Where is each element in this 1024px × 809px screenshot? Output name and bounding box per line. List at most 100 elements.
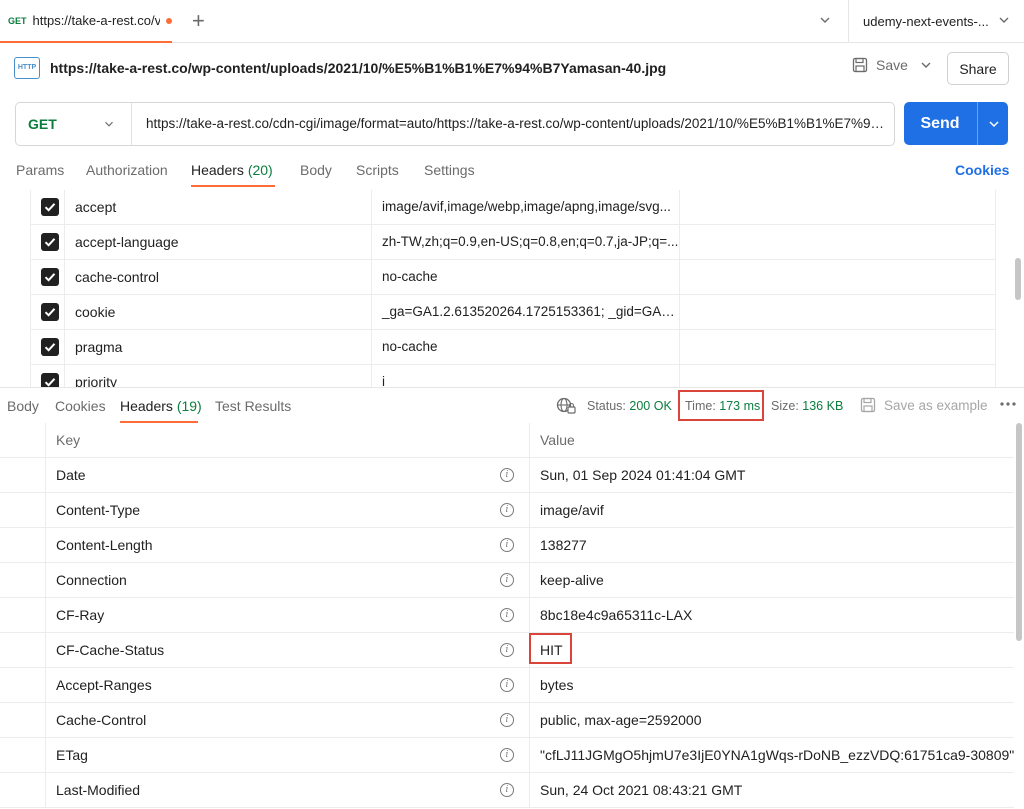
response-tab-cookies[interactable]: Cookies bbox=[55, 398, 106, 414]
row-gutter bbox=[0, 773, 46, 808]
response-tab-test-results[interactable]: Test Results bbox=[215, 398, 291, 414]
response-tab-headers-label: Headers bbox=[120, 398, 173, 414]
response-header-key: CF-Cache-Status bbox=[56, 642, 165, 658]
more-options-icon[interactable] bbox=[999, 399, 1017, 409]
size-info[interactable]: Size: 136 KB bbox=[771, 399, 843, 413]
info-icon[interactable]: i bbox=[500, 748, 514, 762]
header-checkbox[interactable] bbox=[41, 373, 59, 387]
save-as-example-button[interactable]: Save as example bbox=[860, 397, 988, 413]
unsaved-dot-icon bbox=[166, 17, 172, 24]
tab-authorization[interactable]: Authorization bbox=[86, 162, 168, 178]
request-scrollbar[interactable] bbox=[1015, 258, 1021, 300]
row-gutter bbox=[0, 563, 46, 598]
header-key[interactable]: cookie bbox=[64, 295, 371, 330]
status-info[interactable]: Status: 200 OK bbox=[587, 399, 672, 413]
header-checkbox[interactable] bbox=[41, 338, 59, 356]
request-tab[interactable]: GET https://take-a-rest.co/v bbox=[0, 0, 172, 43]
column-header-value: Value bbox=[529, 423, 1014, 458]
table-row: cookie _ga=GA1.2.613520264.1725153361; _… bbox=[31, 295, 995, 330]
header-description[interactable] bbox=[679, 225, 995, 260]
url-input[interactable]: https://take-a-rest.co/cdn-cgi/image/for… bbox=[146, 116, 888, 131]
header-value[interactable]: zh-TW,zh;q=0.9,en-US;q=0.8,en;q=0.7,ja-J… bbox=[371, 225, 679, 260]
response-header-key: Connection bbox=[56, 572, 127, 588]
tab-settings[interactable]: Settings bbox=[424, 162, 475, 178]
header-value[interactable]: _ga=GA1.2.613520264.1725153361; _gid=GA1… bbox=[371, 295, 679, 330]
checkmark-icon bbox=[44, 343, 56, 352]
tab-body[interactable]: Body bbox=[300, 162, 332, 178]
header-value[interactable]: image/avif,image/webp,image/apng,image/s… bbox=[371, 190, 679, 225]
response-header-key: ETag bbox=[56, 747, 88, 763]
network-globe-icon[interactable] bbox=[556, 397, 576, 415]
header-checkbox[interactable] bbox=[41, 198, 59, 216]
active-tab-indicator bbox=[191, 185, 275, 187]
table-row: Content-Length i 138277 bbox=[0, 528, 1014, 563]
row-gutter bbox=[0, 528, 46, 563]
cache-status-highlight-box bbox=[529, 633, 572, 664]
tab-params[interactable]: Params bbox=[16, 162, 64, 178]
info-icon[interactable]: i bbox=[500, 468, 514, 482]
header-checkbox[interactable] bbox=[41, 233, 59, 251]
table-header-row: Key Value bbox=[0, 423, 1014, 458]
header-description[interactable] bbox=[679, 330, 995, 365]
request-name[interactable]: https://take-a-rest.co/wp-content/upload… bbox=[50, 60, 666, 76]
header-key[interactable]: accept-language bbox=[64, 225, 371, 260]
header-key[interactable]: cache-control bbox=[64, 260, 371, 295]
response-header-value: image/avif bbox=[529, 493, 1014, 528]
share-button[interactable]: Share bbox=[947, 52, 1009, 85]
info-icon[interactable]: i bbox=[500, 608, 514, 622]
send-options-chevron-icon[interactable] bbox=[986, 116, 1002, 132]
header-value[interactable]: no-cache bbox=[371, 260, 679, 295]
row-gutter bbox=[0, 598, 46, 633]
header-checkbox[interactable] bbox=[41, 303, 59, 321]
environment-chevron-down-icon[interactable] bbox=[996, 12, 1012, 28]
response-bar: Body Cookies Headers (19) Test Results S… bbox=[0, 387, 1024, 423]
info-icon[interactable]: i bbox=[500, 538, 514, 552]
info-icon[interactable]: i bbox=[500, 503, 514, 517]
save-options-chevron-icon[interactable] bbox=[918, 57, 934, 73]
send-button[interactable]: Send bbox=[904, 102, 1008, 145]
save-as-example-label: Save as example bbox=[884, 397, 988, 413]
info-icon[interactable]: i bbox=[500, 643, 514, 657]
checkmark-icon bbox=[44, 378, 56, 387]
method-chevron-down-icon[interactable] bbox=[102, 117, 116, 131]
header-description[interactable] bbox=[679, 190, 995, 225]
http-icon: HTTP bbox=[14, 57, 40, 79]
header-value[interactable]: no-cache bbox=[371, 330, 679, 365]
cookies-link[interactable]: Cookies bbox=[955, 162, 1009, 178]
response-header-key: Content-Type bbox=[56, 502, 141, 518]
header-value[interactable]: i bbox=[371, 365, 679, 387]
tab-headers[interactable]: Headers (20) bbox=[191, 162, 273, 178]
tabs-chevron-down-icon[interactable] bbox=[817, 12, 833, 28]
save-button[interactable]: Save bbox=[852, 57, 908, 73]
response-header-value: HIT bbox=[529, 633, 1014, 668]
response-scrollbar[interactable] bbox=[1016, 423, 1022, 641]
checkmark-icon bbox=[44, 273, 56, 282]
info-icon[interactable]: i bbox=[500, 678, 514, 692]
header-description[interactable] bbox=[679, 260, 995, 295]
tab-headers-label: Headers bbox=[191, 162, 244, 178]
size-label: Size: bbox=[771, 399, 799, 413]
row-gutter bbox=[0, 423, 46, 458]
url-bar: GET https://take-a-rest.co/cdn-cgi/image… bbox=[15, 102, 895, 146]
new-tab-plus-icon[interactable]: + bbox=[192, 8, 205, 34]
header-key[interactable]: accept bbox=[64, 190, 371, 225]
tab-scripts[interactable]: Scripts bbox=[356, 162, 399, 178]
column-header-key: Key bbox=[56, 432, 81, 448]
info-icon[interactable]: i bbox=[500, 573, 514, 587]
row-gutter bbox=[0, 738, 46, 773]
response-tab-headers[interactable]: Headers (19) bbox=[120, 398, 202, 414]
response-header-key: Date bbox=[56, 467, 86, 483]
send-label: Send bbox=[920, 114, 960, 132]
tab-headers-count: (20) bbox=[247, 162, 273, 178]
header-key[interactable]: priority bbox=[64, 365, 371, 387]
request-headers-table: accept image/avif,image/webp,image/apng,… bbox=[30, 190, 996, 387]
request-tabs: Params Authorization Headers (20) Body S… bbox=[0, 152, 1024, 188]
response-headers-table: Key Value Date i Sun, 01 Sep 2024 01:41:… bbox=[0, 423, 1014, 809]
header-checkbox[interactable] bbox=[41, 268, 59, 286]
header-key[interactable]: pragma bbox=[64, 330, 371, 365]
header-description[interactable] bbox=[679, 365, 995, 387]
info-icon[interactable]: i bbox=[500, 713, 514, 727]
info-icon[interactable]: i bbox=[500, 783, 514, 797]
header-description[interactable] bbox=[679, 295, 995, 330]
response-tab-body[interactable]: Body bbox=[7, 398, 39, 414]
